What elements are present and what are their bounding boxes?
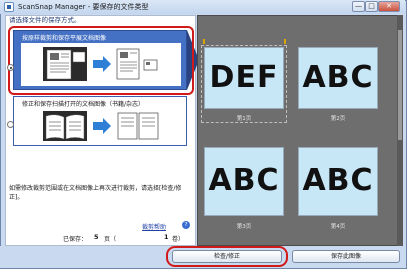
maximize-button[interactable]: □ (365, 1, 378, 12)
saved-volume-unit: 卷） (172, 236, 185, 243)
window-title: ScanSnap Manager - 要保存的文件类型 (18, 3, 149, 11)
option2-label: 修正和保存扫描打开的文档图像（书籍/杂志） (22, 101, 145, 108)
option1-radio[interactable] (7, 64, 14, 71)
option2-illustration (21, 108, 181, 143)
close-button[interactable]: ✕ (378, 1, 400, 12)
scrollbar-thumb[interactable] (398, 30, 402, 140)
scansnap-app-icon (4, 2, 14, 12)
check-button-highlight-ring (166, 246, 288, 267)
page-thumbnail-4[interactable]: ABC (298, 147, 378, 216)
option1-highlight-ring (8, 26, 194, 95)
save-image-button[interactable]: 保存此图像 (292, 250, 400, 263)
option2-radio[interactable] (7, 121, 14, 128)
title-bar: ScanSnap Manager - 要保存的文件类型 — □ ✕ (0, 0, 405, 14)
minimize-button[interactable]: — (352, 1, 365, 12)
page-thumbnail-3[interactable]: ABC (204, 147, 284, 216)
thumbnail-text: ABC (302, 163, 374, 198)
crop-help-link[interactable]: 裁剪帮助 (142, 222, 166, 231)
thumbnail-caption: 第4页 (330, 224, 346, 230)
help-icon[interactable]: ? (182, 221, 190, 229)
crop-marker (284, 39, 286, 44)
crop-note-text: 如需修改裁剪范围或在文档图像上再次进行裁剪，请选择[检查/修正]。 (9, 185, 182, 201)
thumbnail-text: ABC (302, 60, 374, 95)
saved-page-unit: 页（ (104, 236, 117, 243)
thumbnail-caption: 第2页 (330, 116, 346, 122)
saved-label: 已保存： (63, 236, 88, 243)
thumbnail-caption: 第3页 (236, 224, 252, 230)
saved-page-count: 5 (94, 233, 99, 241)
thumbnail-caption: 第1页 (236, 116, 252, 122)
book-correct-illustration (43, 111, 159, 141)
page-thumbnail-2[interactable]: ABC (298, 47, 378, 109)
crop-marker (203, 39, 205, 44)
thumbnail-text: DEF (209, 60, 279, 95)
page-thumbnail-1[interactable]: DEF (204, 47, 284, 109)
thumbnail-text: ABC (208, 163, 280, 198)
saved-volume-count: 1 (164, 233, 169, 241)
saved-count-row: 已保存： 5 页（ 1 卷） (13, 231, 195, 243)
instruction-text: 请选择文件的保存方式。 (9, 16, 81, 24)
